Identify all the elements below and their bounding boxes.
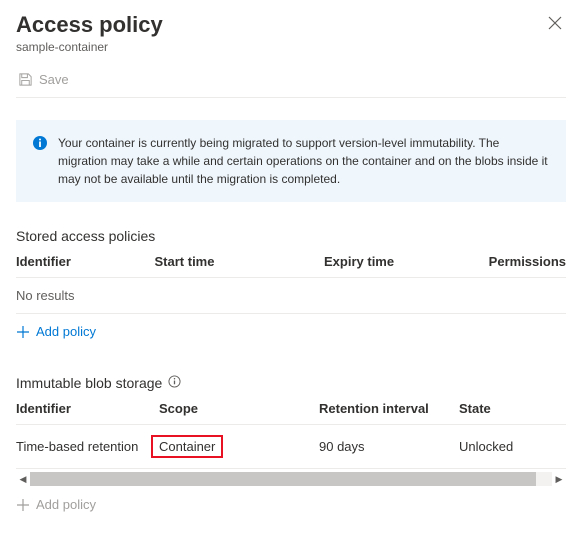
scroll-left-arrow[interactable]: ◀ [16, 472, 30, 486]
save-label: Save [39, 72, 69, 87]
cell-retention: 90 days [319, 439, 459, 454]
scroll-track[interactable] [30, 472, 552, 486]
panel-header: Access policy sample-container [16, 12, 566, 54]
migration-banner: Your container is currently being migrat… [16, 120, 566, 202]
scope-highlight: Container [151, 435, 223, 458]
scroll-right-arrow[interactable]: ▶ [552, 472, 566, 486]
scroll-thumb[interactable] [30, 472, 536, 486]
cell-state: Unlocked [459, 439, 566, 454]
col-identifier: Identifier [16, 254, 155, 269]
horizontal-scrollbar[interactable]: ◀ ▶ [16, 471, 566, 487]
col-scope: Scope [159, 401, 319, 416]
close-button[interactable] [544, 12, 566, 37]
no-results-row: No results [16, 278, 566, 314]
info-circle-icon[interactable] [168, 375, 181, 391]
add-immutable-policy-label: Add policy [36, 497, 96, 512]
add-stored-policy-label: Add policy [36, 324, 96, 339]
save-button[interactable]: Save [16, 68, 71, 91]
page-title: Access policy [16, 12, 163, 38]
immutable-section-title: Immutable blob storage [16, 375, 566, 391]
table-row[interactable]: Time-based retention Container 90 days U… [16, 425, 566, 469]
col-retention: Retention interval [319, 401, 459, 416]
col-state: State [459, 401, 566, 416]
plus-icon [16, 498, 30, 512]
plus-icon [16, 325, 30, 339]
cell-identifier: Time-based retention [16, 439, 159, 454]
info-icon [32, 135, 48, 188]
stored-policies-title: Stored access policies [16, 228, 566, 244]
col-permissions: Permissions [489, 254, 566, 269]
col-identifier-2: Identifier [16, 401, 159, 416]
add-immutable-policy-button[interactable]: Add policy [16, 487, 96, 522]
add-stored-policy-button[interactable]: Add policy [16, 314, 96, 349]
banner-message: Your container is currently being migrat… [58, 134, 550, 188]
col-start-time: Start time [155, 254, 325, 269]
immutable-header: Identifier Scope Retention interval Stat… [16, 401, 566, 425]
container-name: sample-container [16, 40, 163, 54]
cell-scope: Container [159, 435, 319, 458]
stored-policies-header: Identifier Start time Expiry time Permis… [16, 254, 566, 278]
close-icon [548, 16, 562, 30]
immutable-title-text: Immutable blob storage [16, 375, 162, 391]
col-expiry-time: Expiry time [324, 254, 489, 269]
save-icon [18, 72, 33, 87]
toolbar: Save [16, 68, 566, 98]
